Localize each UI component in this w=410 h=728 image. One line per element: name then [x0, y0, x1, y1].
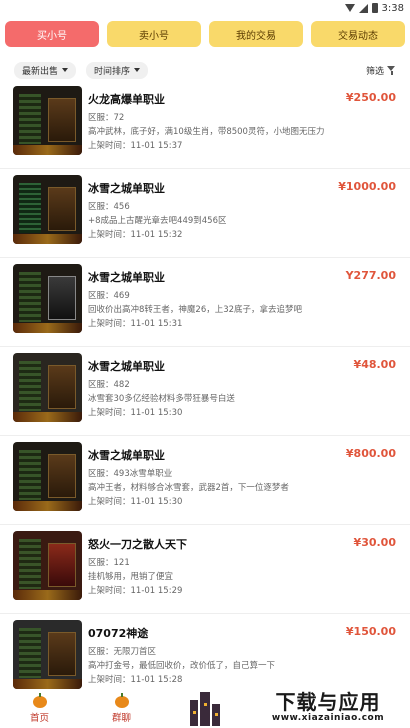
watermark-main: 下载与应用 [275, 690, 381, 714]
site-watermark: 下载与应用 www.xiazainiao.com [252, 688, 404, 726]
listing-description: +8成品上古醒光章去吧449到456区 [88, 216, 227, 226]
nav-group-chat-label: 群聊 [112, 713, 132, 724]
filter-button[interactable]: 筛选 [366, 64, 396, 77]
list-item[interactable]: 冰雪之城单职业 ¥800.00 区服：493冰雪单职业 高冲王者，材料够合冰雪套… [0, 436, 410, 525]
list-item[interactable]: 冰雪之城单职业 ¥1000.00 区服：456 +8成品上古醒光章去吧449到4… [0, 169, 410, 258]
listing-description: 回收价出高冲8转王者，神魔26，上32底子，拿去追梦吧 [88, 305, 303, 315]
game-screenshot-thumbnail [13, 353, 82, 422]
listing-list: 火龙高爆单职业 ¥250.00 区服：72 高冲武林，底子好，满10级生肖，带8… [0, 80, 410, 703]
listing-time: 上架时间：11-01 15:30 [88, 497, 183, 507]
listing-title: 冰雪之城单职业 [88, 271, 165, 284]
tab-my-trades[interactable]: 我的交易 [209, 21, 303, 47]
nav-group-chat[interactable]: 群聊 [112, 693, 132, 724]
listing-price: ¥250.00 [345, 91, 396, 104]
listing-description: 挂机够用，甩销了便宜 [88, 572, 174, 582]
game-screenshot-thumbnail [13, 86, 82, 155]
caret-down-icon [134, 68, 141, 72]
listing-time: 上架时间：11-01 15:31 [88, 319, 183, 329]
top-tabs: 买小号 卖小号 我的交易 交易动态 [0, 16, 410, 60]
pumpkin-icon [32, 693, 47, 708]
listing-time: 上架时间：11-01 15:37 [88, 141, 183, 151]
funnel-icon [387, 65, 396, 75]
tab-buy-account[interactable]: 买小号 [5, 21, 99, 47]
list-item[interactable]: 怒火一刀之散人天下 ¥30.00 区服：121 挂机够用，甩销了便宜 上架时间：… [0, 525, 410, 614]
sort-latest-label: 最新出售 [22, 66, 59, 77]
listing-server: 区服：121 [88, 558, 130, 568]
listing-description: 高冲武林，底子好，满10级生肖，带8500灵符，小地图无压力 [88, 127, 325, 137]
list-item[interactable]: 火龙高爆单职业 ¥250.00 区服：72 高冲武林，底子好，满10级生肖，带8… [0, 80, 410, 169]
sort-time-dropdown[interactable]: 时间排序 [86, 61, 149, 79]
listing-server: 区服：469 [88, 291, 130, 301]
game-screenshot-thumbnail [13, 442, 82, 511]
listing-server: 区服：456 [88, 202, 130, 212]
watermark-url: www.xiazainiao.com [271, 713, 385, 723]
nav-home-label: 首页 [30, 713, 50, 724]
listing-price: ¥150.00 [345, 625, 396, 638]
listing-description: 高冲王者，材料够合冰雪套，武器2首，下一位逐梦者 [88, 483, 289, 493]
wifi-icon [344, 4, 355, 12]
battery-icon [371, 3, 378, 13]
list-item[interactable]: 冰雪之城单职业 ¥48.00 区服：482 冰雪套30多亿经验材料多带狂暴号白送… [0, 347, 410, 436]
listing-price: ¥800.00 [345, 447, 396, 460]
listing-price: Y277.00 [345, 269, 396, 282]
listing-time: 上架时间：11-01 15:28 [88, 675, 183, 685]
listing-server: 区服：72 [88, 113, 125, 123]
listing-server: 区服：无限刀首区 [88, 647, 157, 657]
listing-server: 区服：482 [88, 380, 130, 390]
listing-description: 高冲打金号，最低回收价，改价低了，自己算一下 [88, 661, 276, 671]
game-screenshot-thumbnail [13, 620, 82, 689]
listing-price: ¥1000.00 [338, 180, 396, 193]
tab-sell-account[interactable]: 卖小号 [107, 21, 201, 47]
nav-home[interactable]: 首页 [30, 693, 50, 724]
listing-price: ¥48.00 [353, 358, 396, 371]
filter-label: 筛选 [365, 66, 384, 77]
status-time: 3:38 [381, 2, 404, 14]
game-screenshot-thumbnail [13, 264, 82, 333]
game-screenshot-thumbnail [13, 531, 82, 600]
caret-down-icon [62, 68, 69, 72]
list-item[interactable]: 冰雪之城单职业 Y277.00 区服：469 回收价出高冲8转王者，神魔26，上… [0, 258, 410, 347]
signal-icon [358, 3, 368, 13]
listing-title: 07072神途 [88, 627, 149, 640]
game-screenshot-thumbnail [13, 175, 82, 244]
listing-price: ¥30.00 [353, 536, 396, 549]
listing-title: 冰雪之城单职业 [88, 182, 165, 195]
listing-time: 上架时间：11-01 15:32 [88, 230, 183, 240]
listing-title: 冰雪之城单职业 [88, 360, 165, 373]
listing-time: 上架时间：11-01 15:30 [88, 408, 183, 418]
sort-time-label: 时间排序 [94, 66, 131, 77]
tab-trade-feed[interactable]: 交易动态 [311, 21, 405, 47]
sort-latest-dropdown[interactable]: 最新出售 [14, 61, 77, 79]
listing-description: 冰雪套30多亿经验材料多带狂暴号白送 [88, 394, 235, 404]
listing-server: 区服：493冰雪单职业 [88, 469, 173, 479]
listing-time: 上架时间：11-01 15:29 [88, 586, 183, 596]
bottom-nav: 首页 群聊 下载与应用 www.xiazainiao.com [0, 688, 410, 728]
pumpkin-icon [114, 693, 129, 708]
status-bar: 3:38 [0, 0, 410, 16]
haunted-castle-icon[interactable] [186, 688, 224, 726]
listing-title: 怒火一刀之散人天下 [88, 538, 187, 551]
listing-title: 火龙高爆单职业 [88, 93, 165, 106]
filter-bar: 最新出售 时间排序 筛选 [0, 60, 410, 80]
listing-title: 冰雪之城单职业 [88, 449, 165, 462]
